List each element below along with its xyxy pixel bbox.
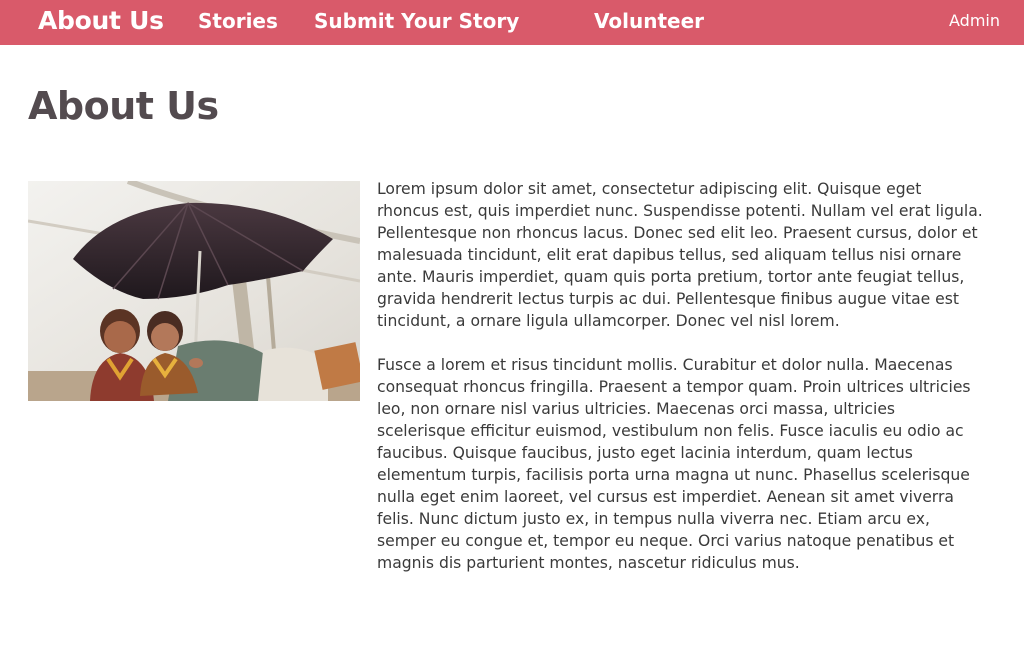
about-photo xyxy=(28,181,360,401)
top-navbar: About Us Stories Submit Your Story Volun… xyxy=(0,0,1024,45)
nav-volunteer-link[interactable]: Volunteer xyxy=(594,0,704,42)
about-paragraph-2: Fusce a lorem et risus tincidunt mollis.… xyxy=(377,356,971,572)
nav-home-link[interactable]: About Us xyxy=(38,0,164,42)
page-title: About Us xyxy=(28,84,219,128)
nav-admin-link[interactable]: Admin xyxy=(949,0,1000,42)
nav-stories-link[interactable]: Stories xyxy=(198,0,278,42)
about-paragraph-1: Lorem ipsum dolor sit amet, consectetur … xyxy=(377,180,983,330)
about-content: Lorem ipsum dolor sit amet, consectetur … xyxy=(377,178,987,596)
nav-submit-story-link[interactable]: Submit Your Story xyxy=(314,0,519,42)
